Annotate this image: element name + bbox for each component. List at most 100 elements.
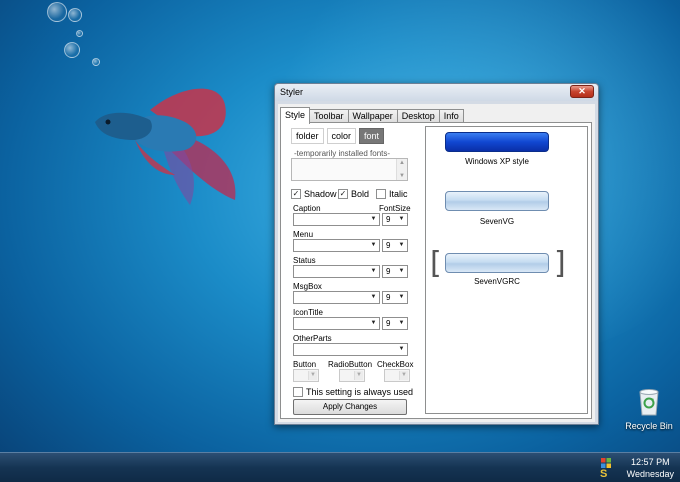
subtab-folder[interactable]: folder xyxy=(291,128,324,144)
otherparts-select[interactable]: ▼ xyxy=(293,343,408,356)
menu-label: Menu xyxy=(293,230,314,239)
radiobutton-label: RadioButton xyxy=(328,360,373,369)
bold-checkbox[interactable]: ✓ xyxy=(338,189,348,199)
wallpaper-bubble xyxy=(47,2,67,22)
wallpaper-bubble xyxy=(76,30,83,37)
title-bar[interactable]: Styler ✕ xyxy=(275,84,598,101)
style-subtabs: folder color font xyxy=(291,128,385,144)
wallpaper-bubble xyxy=(68,8,82,22)
chevron-down-icon: ▼ xyxy=(398,216,405,222)
chevron-down-icon: ▼ xyxy=(370,242,377,248)
button-style-select[interactable]: ▼ xyxy=(293,369,319,382)
msgbox-label: MsgBox xyxy=(293,282,322,291)
chevron-down-icon: ▼ xyxy=(398,294,405,300)
apply-changes-button[interactable]: Apply Changes xyxy=(293,399,407,415)
betta-fish-wallpaper-art xyxy=(95,88,236,205)
sevenvgrc-preview[interactable] xyxy=(445,253,549,273)
status-font-select[interactable]: ▼ xyxy=(293,265,380,278)
status-label: Status xyxy=(293,256,316,265)
chevron-down-icon: ▼ xyxy=(398,346,405,352)
icontitle-size-value: 9 xyxy=(386,319,391,328)
italic-label: Italic xyxy=(389,189,408,199)
system-tray: S 12:57 PM Wednesday xyxy=(596,453,680,482)
tab-style[interactable]: Style xyxy=(280,107,311,124)
radiobutton-style-select[interactable]: ▼ xyxy=(339,369,365,382)
chevron-down-icon: ▼ xyxy=(370,294,377,300)
subtab-color[interactable]: color xyxy=(326,128,357,144)
windows-xp-style-preview[interactable] xyxy=(445,132,549,152)
italic-checkbox[interactable] xyxy=(376,189,386,199)
shadow-checkbox-row[interactable]: ✓ Shadow xyxy=(291,189,337,199)
chevron-down-icon: ▼ xyxy=(399,371,408,380)
bold-checkbox-row[interactable]: ✓ Bold xyxy=(338,189,369,199)
tray-app-icon[interactable]: S xyxy=(600,469,607,480)
selection-bracket-right: ] xyxy=(554,246,566,281)
checkbox-label: CheckBox xyxy=(377,360,414,369)
icontitle-font-select[interactable]: ▼ xyxy=(293,317,380,330)
msgbox-size-value: 9 xyxy=(386,293,391,302)
recycle-bin-shortcut[interactable]: Recycle Bin xyxy=(620,388,678,431)
status-size-value: 9 xyxy=(386,267,391,276)
always-used-checkbox[interactable] xyxy=(293,387,303,397)
wallpaper-bubble xyxy=(64,42,80,58)
installed-fonts-list[interactable]: ▲ ▼ xyxy=(291,158,408,181)
menu-size-select[interactable]: 9 ▼ xyxy=(382,239,408,252)
scroll-down-icon[interactable]: ▼ xyxy=(399,173,405,179)
chevron-down-icon: ▼ xyxy=(370,320,377,326)
taskbar: S 12:57 PM Wednesday xyxy=(0,452,680,482)
tab-wallpaper[interactable]: Wallpaper xyxy=(347,109,398,123)
tab-strip: Style Toolbar Wallpaper Desktop Info xyxy=(280,107,464,124)
sevenvg-caption: SevenVG xyxy=(479,217,515,226)
selection-bracket-left: [ xyxy=(430,246,442,281)
bold-label: Bold xyxy=(351,189,370,199)
style-preview-pane: Windows XP style SevenVG [ ] SevenVGRC xyxy=(425,126,588,414)
sevenvgrc-caption: SevenVGRC xyxy=(474,277,520,286)
installed-fonts-label: -temporarily installed fonts- xyxy=(294,149,391,158)
subtab-font[interactable]: font xyxy=(359,128,385,144)
shadow-checkbox[interactable]: ✓ xyxy=(291,189,301,199)
status-size-select[interactable]: 9 ▼ xyxy=(382,265,408,278)
chevron-down-icon: ▼ xyxy=(308,371,317,380)
fonts-list-scrollbar[interactable]: ▲ ▼ xyxy=(396,159,407,180)
chevron-down-icon: ▼ xyxy=(354,371,363,380)
caption-size-select[interactable]: 9 ▼ xyxy=(382,213,408,226)
shadow-label: Shadow xyxy=(304,189,337,199)
msgbox-size-select[interactable]: 9 ▼ xyxy=(382,291,408,304)
clock-day: Wednesday xyxy=(626,469,674,479)
chevron-down-icon: ▼ xyxy=(370,268,377,274)
icontitle-label: IconTitle xyxy=(293,308,323,317)
fontsize-header: FontSize xyxy=(379,204,411,213)
taskbar-clock[interactable]: 12:57 PM Wednesday xyxy=(627,456,674,480)
sevenvg-preview[interactable] xyxy=(445,191,549,211)
tab-toolbar[interactable]: Toolbar xyxy=(309,109,349,123)
recycle-bin-label: Recycle Bin xyxy=(625,421,673,431)
close-button[interactable]: ✕ xyxy=(570,85,594,98)
menu-font-select[interactable]: ▼ xyxy=(293,239,380,252)
window-client-area: Style Toolbar Wallpaper Desktop Info fol… xyxy=(278,104,595,422)
menu-size-value: 9 xyxy=(386,241,391,250)
always-used-checkbox-row[interactable]: This setting is always used xyxy=(293,387,413,397)
windows-xp-style-caption: Windows XP style xyxy=(465,157,529,166)
caption-font-select[interactable]: ▼ xyxy=(293,213,380,226)
chevron-down-icon: ▼ xyxy=(370,216,377,222)
styler-window[interactable]: Styler ✕ Style Toolbar Wallpaper Desktop… xyxy=(274,83,599,425)
scroll-up-icon[interactable]: ▲ xyxy=(399,160,405,166)
always-used-label: This setting is always used xyxy=(306,387,414,397)
chevron-down-icon: ▼ xyxy=(398,242,405,248)
tab-desktop[interactable]: Desktop xyxy=(396,109,440,123)
chevron-down-icon: ▼ xyxy=(398,320,405,326)
caption-label: Caption xyxy=(293,204,321,213)
style-tab-panel: folder color font -temporarily installed… xyxy=(280,122,592,419)
otherparts-label: OtherParts xyxy=(293,334,332,343)
msgbox-font-select[interactable]: ▼ xyxy=(293,291,380,304)
caption-size-value: 9 xyxy=(386,215,391,224)
recycle-bin-icon xyxy=(639,389,659,416)
chevron-down-icon: ▼ xyxy=(398,268,405,274)
button-label: Button xyxy=(293,360,317,369)
italic-checkbox-row[interactable]: Italic xyxy=(376,189,408,199)
tab-info[interactable]: Info xyxy=(438,109,464,123)
wallpaper-bubble xyxy=(92,58,100,66)
window-title: Styler xyxy=(280,87,304,97)
checkbox-style-select[interactable]: ▼ xyxy=(384,369,410,382)
icontitle-size-select[interactable]: 9 ▼ xyxy=(382,317,408,330)
